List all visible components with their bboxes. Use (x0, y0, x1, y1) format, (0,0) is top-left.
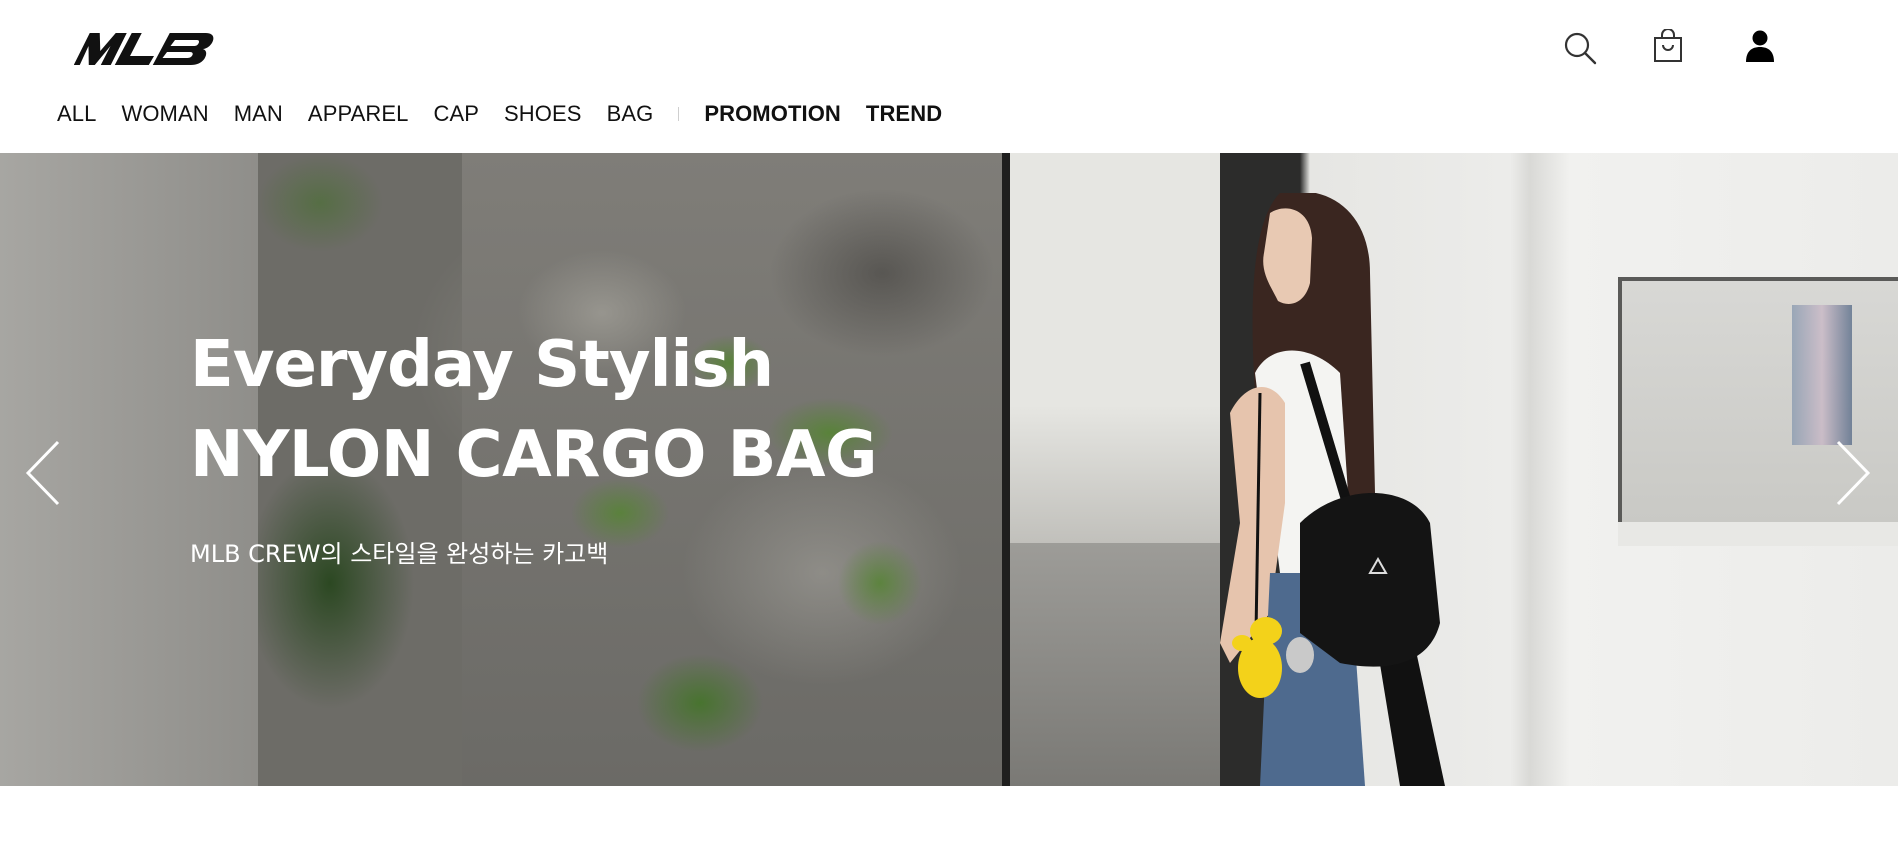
nav-item-cap[interactable]: CAP (433, 100, 479, 128)
user-icon (1746, 30, 1774, 62)
search-button[interactable] (1560, 28, 1600, 68)
hero-title-line1: Everyday Stylish (190, 328, 774, 402)
hero-ground (1010, 543, 1220, 786)
nav-item-apparel[interactable]: APPAREL (308, 100, 409, 128)
carousel-next-button[interactable] (1832, 438, 1872, 508)
account-button[interactable] (1740, 26, 1780, 66)
nav-item-shoes[interactable]: SHOES (504, 100, 582, 128)
model-photo (1220, 193, 1445, 786)
nav-item-bag[interactable]: BAG (607, 100, 654, 128)
site-header: ALL WOMAN MAN APPAREL CAP SHOES BAG PROM… (0, 0, 1898, 153)
nav-divider (678, 107, 680, 121)
hero-window-reflection (1792, 305, 1852, 445)
nav-item-woman[interactable]: WOMAN (121, 100, 208, 128)
chevron-left-icon (25, 440, 60, 506)
nav-item-all[interactable]: ALL (57, 100, 96, 128)
hero-building (1010, 153, 1220, 573)
hero-title-line2: NYLON CARGO BAG (190, 418, 878, 492)
mlb-logo[interactable] (74, 32, 230, 66)
cart-button[interactable] (1648, 26, 1688, 66)
nav-item-man[interactable]: MAN (234, 100, 283, 128)
shopping-bag-icon (1654, 29, 1682, 62)
hero-subtitle: MLB CREW의 스타일을 완성하는 카고백 (190, 540, 609, 568)
nav-item-trend[interactable]: TREND (866, 100, 942, 128)
chevron-right-icon (1836, 440, 1871, 506)
main-nav: ALL WOMAN MAN APPAREL CAP SHOES BAG PROM… (57, 100, 967, 128)
hero-mirror-edge (1002, 153, 1010, 786)
carousel-prev-button[interactable] (24, 438, 64, 508)
nav-item-promotion[interactable]: PROMOTION (704, 100, 841, 128)
search-icon (1564, 32, 1597, 65)
hero-window-sill (1618, 522, 1898, 546)
hero-copy: Everyday Stylish NYLON CARGO BAG MLB CRE… (190, 325, 878, 569)
hero-banner[interactable]: Everyday Stylish NYLON CARGO BAG MLB CRE… (0, 153, 1898, 786)
